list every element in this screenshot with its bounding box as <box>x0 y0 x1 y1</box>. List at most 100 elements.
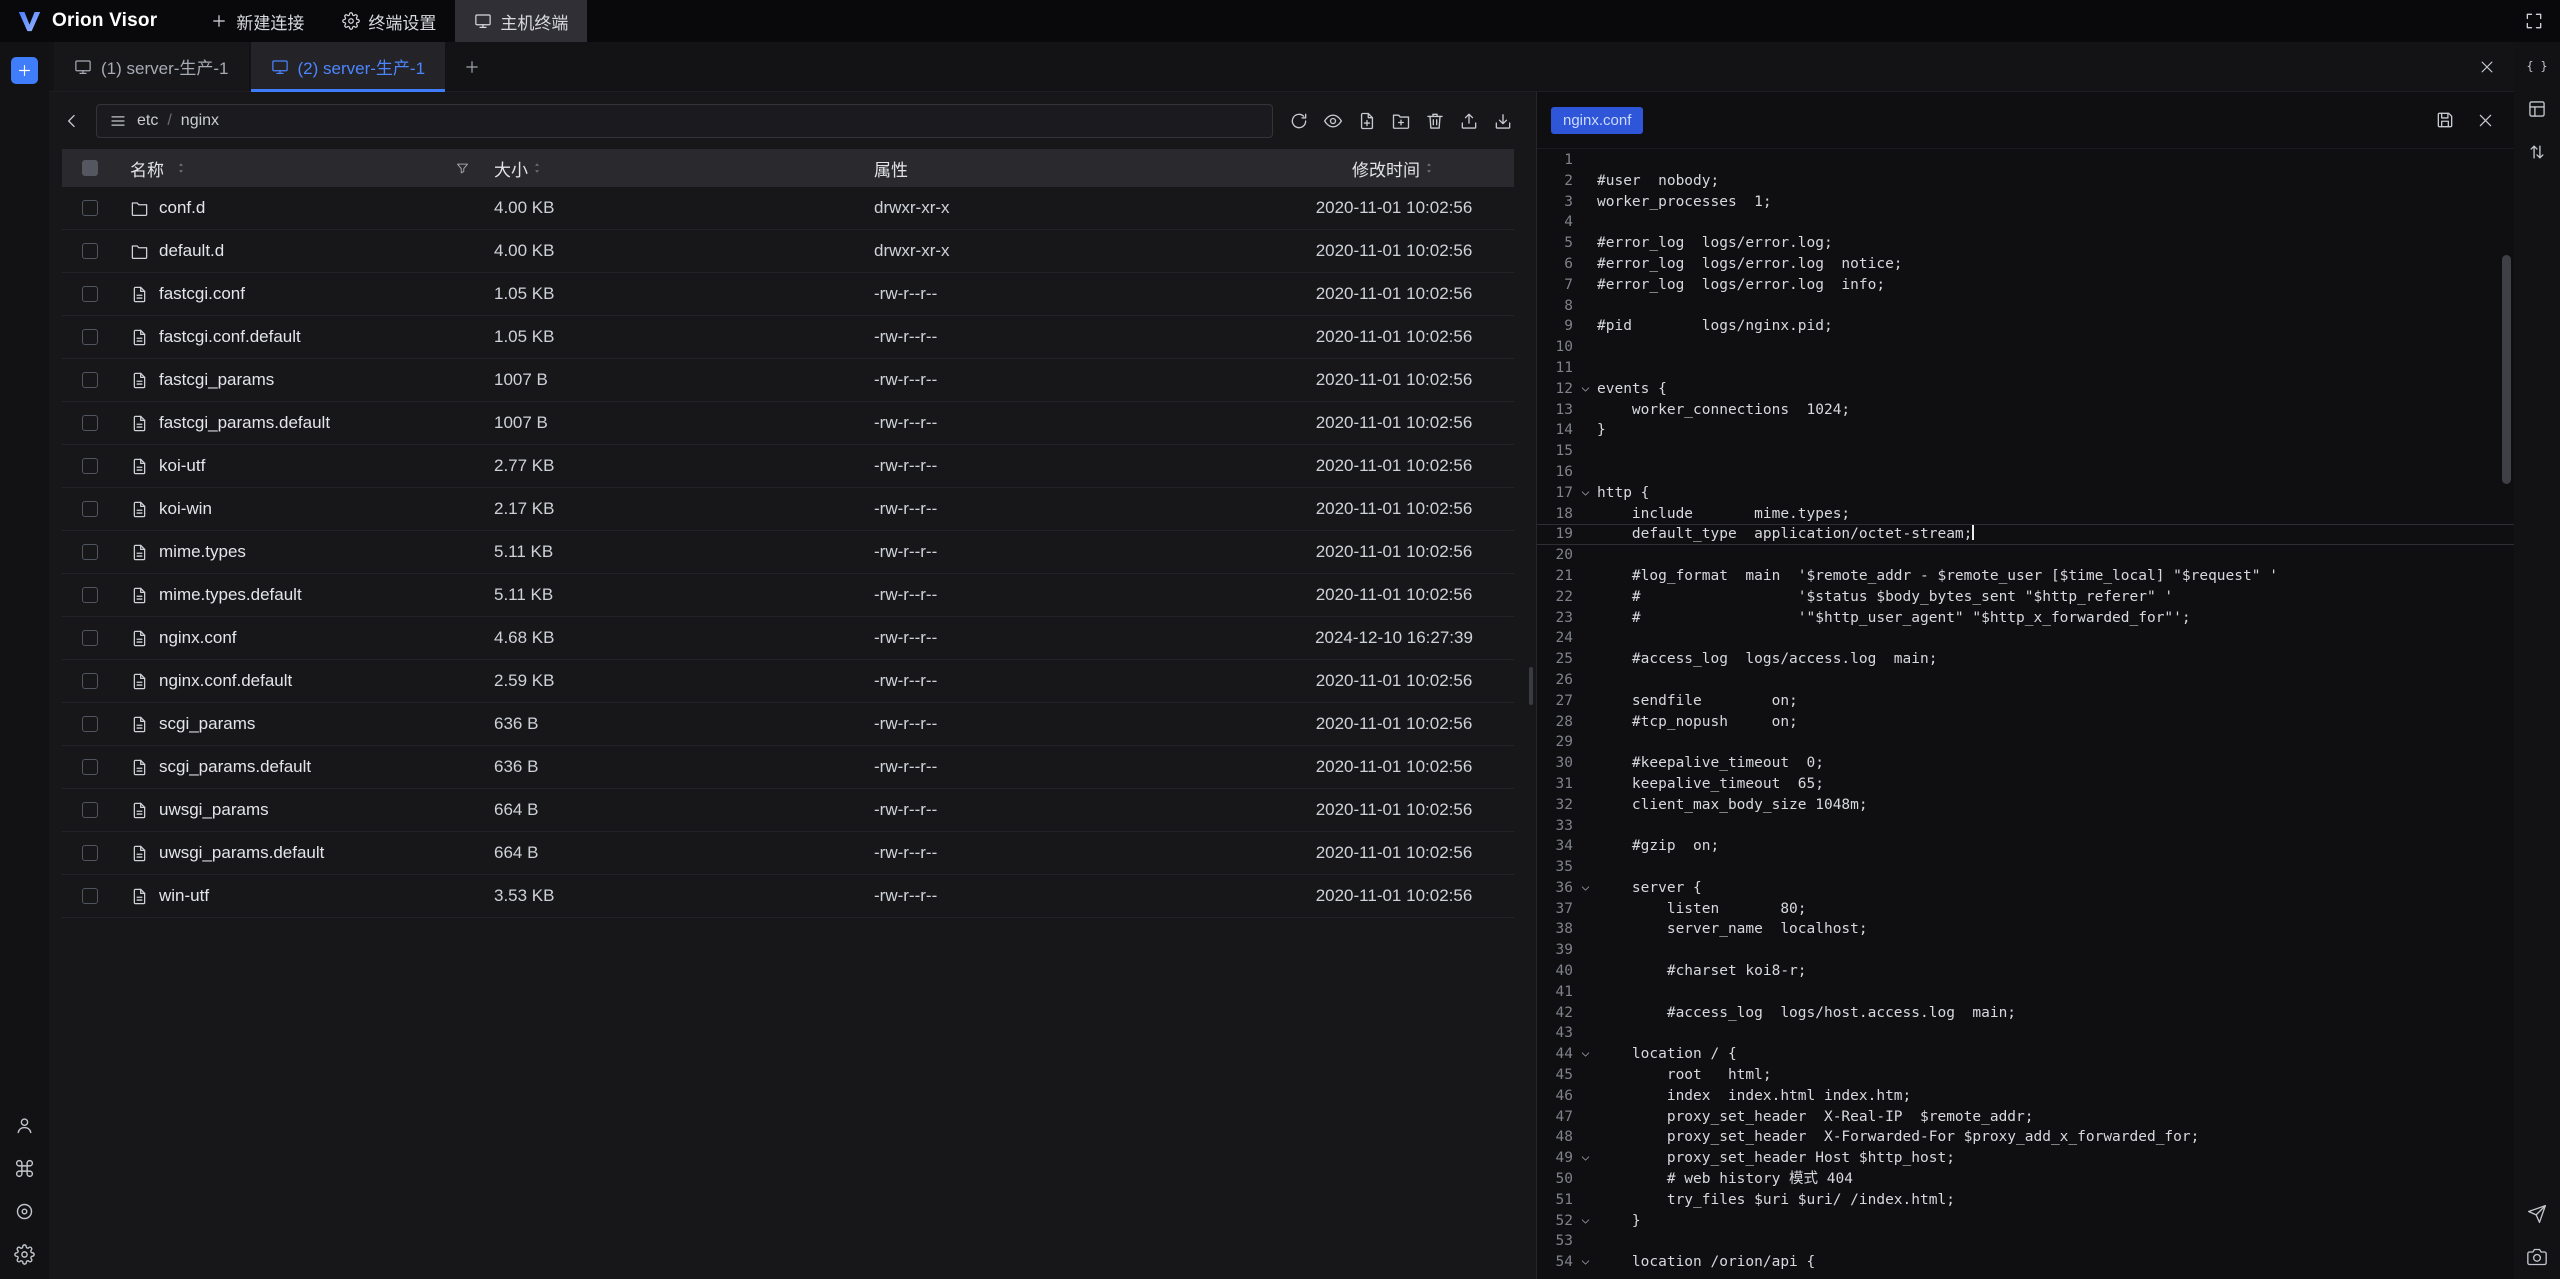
fold-icon[interactable] <box>1573 1211 1597 1232</box>
table-row[interactable]: fastcgi.conf1.05 KB-rw-r--r--2020-11-01 … <box>62 273 1514 316</box>
close-panel-icon[interactable] <box>2478 58 2496 76</box>
code-line[interactable]: 15 <box>1537 441 2514 462</box>
code-line[interactable]: 47 proxy_set_header X-Real-IP $remote_ad… <box>1537 1107 2514 1128</box>
code-line[interactable]: 5#error_log logs/error.log; <box>1537 233 2514 254</box>
code-line[interactable]: 45 root html; <box>1537 1065 2514 1086</box>
editor-scrollbar[interactable] <box>2502 255 2511 484</box>
editor-close-icon[interactable] <box>2472 107 2498 133</box>
code-line[interactable]: 26 <box>1537 670 2514 691</box>
code-line[interactable]: 22 # '$status $body_bytes_sent "$http_re… <box>1537 587 2514 608</box>
code-line[interactable]: 32 client_max_body_size 1048m; <box>1537 795 2514 816</box>
row-checkbox[interactable] <box>82 243 98 259</box>
code-line[interactable]: 41 <box>1537 982 2514 1003</box>
table-row[interactable]: mime.types.default5.11 KB-rw-r--r--2020-… <box>62 574 1514 617</box>
new-tab-button[interactable] <box>11 57 38 84</box>
code-line[interactable]: 34 #gzip on; <box>1537 836 2514 857</box>
new-folder-icon[interactable] <box>1386 106 1416 136</box>
code-line[interactable]: 16 <box>1537 462 2514 483</box>
code-line[interactable]: 36 server { <box>1537 878 2514 899</box>
sort-size-icon[interactable] <box>530 161 544 175</box>
code-line[interactable]: 42 #access_log logs/host.access.log main… <box>1537 1003 2514 1024</box>
code-line[interactable]: 43 <box>1537 1023 2514 1044</box>
breadcrumb-item[interactable]: etc <box>137 112 158 130</box>
code-line[interactable]: 52 } <box>1537 1211 2514 1232</box>
sort-mtime-icon[interactable] <box>1422 161 1436 175</box>
row-checkbox[interactable] <box>82 716 98 732</box>
code-line[interactable]: 6#error_log logs/error.log notice; <box>1537 254 2514 275</box>
download-icon[interactable] <box>1488 106 1518 136</box>
table-row[interactable]: conf.d4.00 KBdrwxr-xr-x2020-11-01 10:02:… <box>62 187 1514 230</box>
row-checkbox[interactable] <box>82 802 98 818</box>
code-line[interactable]: 31 keepalive_timeout 65; <box>1537 774 2514 795</box>
user-icon[interactable] <box>14 1115 35 1136</box>
table-row[interactable]: fastcgi_params1007 B-rw-r--r--2020-11-01… <box>62 359 1514 402</box>
code-line[interactable]: 50 # web history 模式 404 <box>1537 1169 2514 1190</box>
path-bar[interactable]: etc/nginx <box>96 104 1273 138</box>
layout-icon[interactable] <box>2527 99 2547 119</box>
table-row[interactable]: koi-win2.17 KB-rw-r--r--2020-11-01 10:02… <box>62 488 1514 531</box>
row-checkbox[interactable] <box>82 630 98 646</box>
table-row[interactable]: mime.types5.11 KB-rw-r--r--2020-11-01 10… <box>62 531 1514 574</box>
code-line[interactable]: 1 <box>1537 150 2514 171</box>
code-line[interactable]: 44 location / { <box>1537 1044 2514 1065</box>
add-tab-icon[interactable] <box>463 58 481 76</box>
code-line[interactable]: 38 server_name localhost; <box>1537 919 2514 940</box>
code-line[interactable]: 12events { <box>1537 379 2514 400</box>
code-line[interactable]: 48 proxy_set_header X-Forwarded-For $pro… <box>1537 1127 2514 1148</box>
transfer-icon[interactable] <box>2527 142 2547 162</box>
code-line[interactable]: 21 #log_format main '$remote_addr - $rem… <box>1537 566 2514 587</box>
code-line[interactable]: 39 <box>1537 940 2514 961</box>
code-line[interactable]: 23 # '"$http_user_agent" "$http_x_forwar… <box>1537 608 2514 629</box>
code-line[interactable]: 27 sendfile on; <box>1537 691 2514 712</box>
fold-icon[interactable] <box>1573 483 1597 504</box>
refresh-icon[interactable] <box>1284 106 1314 136</box>
code-line[interactable]: 3worker_processes 1; <box>1537 192 2514 213</box>
terminal-tab-2[interactable]: (2) server-生产-1 <box>251 42 446 91</box>
back-button[interactable] <box>57 106 87 136</box>
code-line[interactable]: 20 <box>1537 545 2514 566</box>
code-line[interactable]: 46 index index.html index.htm; <box>1537 1086 2514 1107</box>
row-checkbox[interactable] <box>82 415 98 431</box>
upload-icon[interactable] <box>1454 106 1484 136</box>
code-line[interactable]: 54 location /orion/api { <box>1537 1252 2514 1273</box>
code-line[interactable]: 49 proxy_set_header Host $http_host; <box>1537 1148 2514 1169</box>
code-line[interactable]: 8 <box>1537 296 2514 317</box>
row-checkbox[interactable] <box>82 845 98 861</box>
code-line[interactable]: 37 listen 80; <box>1537 899 2514 920</box>
code-editor[interactable]: 12#user nobody;3worker_processes 1;45#er… <box>1537 149 2514 1279</box>
table-row[interactable]: koi-utf2.77 KB-rw-r--r--2020-11-01 10:02… <box>62 445 1514 488</box>
code-line[interactable]: 2#user nobody; <box>1537 171 2514 192</box>
code-line[interactable]: 28 #tcp_nopush on; <box>1537 712 2514 733</box>
code-line[interactable]: 7#error_log logs/error.log info; <box>1537 275 2514 296</box>
fullscreen-icon[interactable] <box>2524 11 2544 31</box>
row-checkbox[interactable] <box>82 200 98 216</box>
terminal-tab-1[interactable]: (1) server-生产-1 <box>54 42 249 91</box>
sort-name-icon[interactable] <box>174 161 188 175</box>
row-checkbox[interactable] <box>82 544 98 560</box>
table-row[interactable]: fastcgi.conf.default1.05 KB-rw-r--r--202… <box>62 316 1514 359</box>
row-checkbox[interactable] <box>82 587 98 603</box>
row-checkbox[interactable] <box>82 286 98 302</box>
table-row[interactable]: default.d4.00 KBdrwxr-xr-x2020-11-01 10:… <box>62 230 1514 273</box>
select-all-checkbox[interactable] <box>82 160 98 176</box>
code-line[interactable]: 51 try_files $uri $uri/ /index.html; <box>1537 1190 2514 1211</box>
table-row[interactable]: nginx.conf4.68 KB-rw-r--r--2024-12-10 16… <box>62 617 1514 660</box>
fold-icon[interactable] <box>1573 379 1597 400</box>
code-line[interactable]: 19 default_type application/octet-stream… <box>1537 524 2514 545</box>
theme-icon[interactable] <box>14 1201 35 1222</box>
code-line[interactable]: 4 <box>1537 212 2514 233</box>
screenshot-icon[interactable] <box>2527 1247 2547 1267</box>
fold-icon[interactable] <box>1573 1044 1597 1065</box>
code-line[interactable]: 40 #charset koi8-r; <box>1537 961 2514 982</box>
preview-icon[interactable] <box>1318 106 1348 136</box>
save-icon[interactable] <box>2432 107 2458 133</box>
menu-item-new-connection[interactable]: 新建连接 <box>191 0 323 42</box>
table-row[interactable]: scgi_params636 B-rw-r--r--2020-11-01 10:… <box>62 703 1514 746</box>
code-line[interactable]: 18 include mime.types; <box>1537 504 2514 525</box>
settings-icon[interactable] <box>14 1244 35 1265</box>
row-checkbox[interactable] <box>82 888 98 904</box>
delete-icon[interactable] <box>1420 106 1450 136</box>
code-line[interactable]: 17http { <box>1537 483 2514 504</box>
send-command-icon[interactable] <box>2527 1204 2547 1224</box>
row-checkbox[interactable] <box>82 372 98 388</box>
